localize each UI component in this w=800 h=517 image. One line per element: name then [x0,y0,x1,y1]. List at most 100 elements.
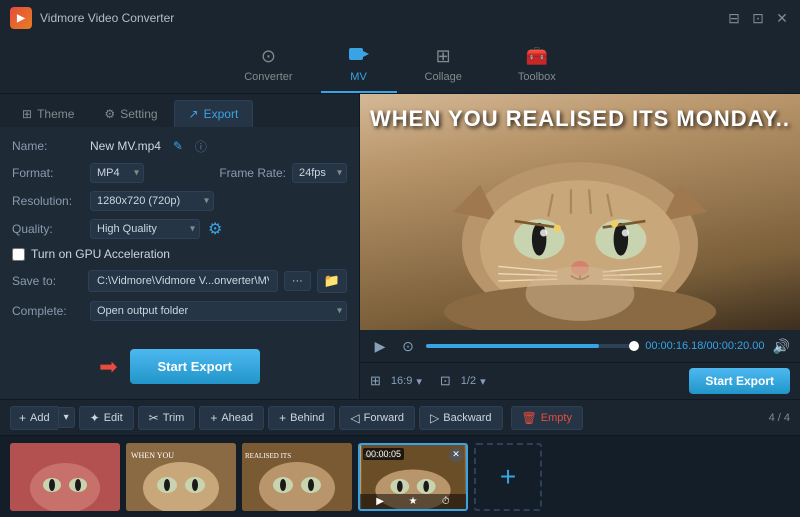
complete-select-wrapper[interactable]: Open output folder Do nothing [90,301,347,321]
thumb-cat-3: REALISED ITS [242,443,352,511]
thumb-cat-1 [10,443,120,511]
resolution-select-wrapper[interactable]: 1280x720 (720p) 1920x1080 (1080p) 854x48… [90,191,214,211]
quality-select[interactable]: High Quality Standard Quality Low Qualit… [90,219,200,239]
converter-icon: ⊙ [261,46,276,67]
quality-row: Quality: High Quality Standard Quality L… [12,219,347,239]
aspect-ratio-select[interactable]: 16:9 ▾ [391,375,422,388]
thumb-cat-2: WHEN YOU [126,443,236,511]
aspect-chevron: ▾ [416,375,422,388]
tab-toolbox[interactable]: 🧰 Toolbox [490,38,584,93]
save-path-input[interactable] [88,270,278,292]
tab-collage[interactable]: ⊞ Collage [397,38,490,93]
export-icon: ↗ [189,107,199,121]
app-logo: ▶ [10,7,32,29]
progress-handle[interactable] [629,341,639,351]
ahead-icon: + [210,411,217,425]
quality-label: Quality: [12,222,82,236]
film-thumb-4[interactable]: MONDAY.. 00:00:05 ✕ ▶ ★ ⏱ [358,443,468,511]
backward-btn[interactable]: ▷ Backward [419,406,503,430]
tab-mv[interactable]: MV [321,38,397,93]
window-close-btn[interactable]: ✕ [774,10,790,26]
complete-select[interactable]: Open output folder Do nothing [90,301,347,321]
window-maximize-btn[interactable]: ⊡ [750,10,766,26]
stop-btn[interactable]: ⊙ [398,336,418,356]
film-thumb-inner-2: WHEN YOU [126,443,236,511]
behind-btn[interactable]: + Behind [268,406,335,430]
sub-tab-export[interactable]: ↗ Export [174,100,254,127]
add-btn[interactable]: + Add [10,406,58,430]
toolbox-icon: 🧰 [526,46,548,67]
ahead-btn[interactable]: + Ahead [199,406,264,430]
progress-bar[interactable] [426,344,637,348]
video-preview: WHEN YOU REALISED ITS MONDAY.. [360,94,800,330]
page-select[interactable]: 1/2 ▾ [461,375,486,388]
video-frame: WHEN YOU REALISED ITS MONDAY.. [360,94,800,330]
add-dropdown-btn[interactable]: ▾ [58,407,75,428]
behind-icon: + [279,411,286,425]
page-chevron: ▾ [480,375,486,388]
edit-btn[interactable]: ✦ Edit [79,406,134,430]
edit-name-btn[interactable]: ✎ [169,137,187,155]
sub-tab-setting[interactable]: ⚙ Setting [90,100,171,127]
complete-row: Complete: Open output folder Do nothing [12,301,347,321]
forward-btn[interactable]: ◁ Forward [339,406,415,430]
left-panel: ⊞ Theme ⚙ Setting ↗ Export Name: New MV.… [0,94,360,399]
resolution-label: Resolution: [12,194,82,208]
gpu-checkbox[interactable] [12,248,25,261]
sub-tabs: ⊞ Theme ⚙ Setting ↗ Export [0,94,359,127]
nav-tabs: ⊙ Converter MV ⊞ Collage 🧰 Toolbox [0,36,800,94]
empty-btn[interactable]: 🗑 Empty [511,406,583,430]
copy-icon: ⊡ [440,373,451,389]
setting-icon: ⚙ [104,107,115,121]
svg-text:REALISED ITS: REALISED ITS [245,452,291,460]
sub-tab-theme[interactable]: ⊞ Theme [8,100,88,127]
window-controls: ⊟ ⊡ ✕ [726,10,790,26]
forward-icon: ◁ [350,411,359,425]
more-btn[interactable]: ··· [284,271,311,291]
folder-btn[interactable]: 📁 [317,269,347,293]
film-thumb-2[interactable]: WHEN YOU [126,443,236,511]
start-export-right-btn[interactable]: Start Export [689,368,790,394]
film-thumb-3[interactable]: REALISED ITS [242,443,352,511]
fps-select[interactable]: 24fps 30fps 60fps [292,163,347,183]
start-export-main-btn[interactable]: Start Export [130,349,260,384]
main-content: ⊞ Theme ⚙ Setting ↗ Export Name: New MV.… [0,94,800,399]
add-btn-group: + Add ▾ [10,406,75,430]
play-btn[interactable]: ▶ [370,336,390,356]
fps-row: Frame Rate: 24fps 30fps 60fps [219,163,347,183]
quality-gear-btn[interactable]: ⚙ [208,219,222,239]
save-to-label: Save to: [12,274,82,288]
aspect-ratio-icon: ⊞ [370,373,381,389]
time-display: 00:00:16.18/00:00:20.00 [645,340,764,352]
film-close-btn[interactable]: ✕ [449,448,463,462]
page-count: 4 / 4 [769,412,790,424]
resolution-select[interactable]: 1280x720 (720p) 1920x1080 (1080p) 854x48… [90,191,214,211]
gpu-row: Turn on GPU Acceleration [12,247,347,261]
quality-select-wrapper[interactable]: High Quality Standard Quality Low Qualit… [90,219,200,239]
format-select[interactable]: MP4 MKV AVI MOV [90,163,144,183]
format-select-wrapper[interactable]: MP4 MKV AVI MOV [90,163,144,183]
tab-converter[interactable]: ⊙ Converter [216,38,320,93]
fps-label: Frame Rate: [219,166,286,180]
title-bar: ▶ Vidmore Video Converter ⊟ ⊡ ✕ [0,0,800,36]
video-controls: ▶ ⊙ 00:00:16.18/00:00:20.00 🔊 [360,330,800,362]
add-film-btn[interactable]: + [474,443,542,511]
name-value: New MV.mp4 [90,139,161,153]
volume-btn[interactable]: 🔊 [773,338,790,355]
trim-icon: ✂ [149,411,159,425]
trim-btn[interactable]: ✂ Trim [138,406,196,430]
film-thumb-1[interactable] [10,443,120,511]
app-title: Vidmore Video Converter [40,11,726,25]
video-sub-controls: ⊞ 16:9 ▾ ⊡ 1/2 ▾ Start Export [360,362,800,399]
film-time-badge: 00:00:05 [363,448,404,460]
collage-icon: ⊞ [436,46,451,67]
window-minimize-btn[interactable]: ⊟ [726,10,742,26]
right-panel: WHEN YOU REALISED ITS MONDAY.. [360,94,800,399]
format-row: Format: MP4 MKV AVI MOV Frame Rate: 24fp… [12,163,347,183]
format-label: Format: [12,166,82,180]
fps-select-wrapper[interactable]: 24fps 30fps 60fps [292,163,347,183]
theme-icon: ⊞ [22,107,32,121]
name-label: Name: [12,139,82,153]
gpu-label: Turn on GPU Acceleration [31,247,170,261]
start-export-area: ➡ Start Export [12,349,347,384]
